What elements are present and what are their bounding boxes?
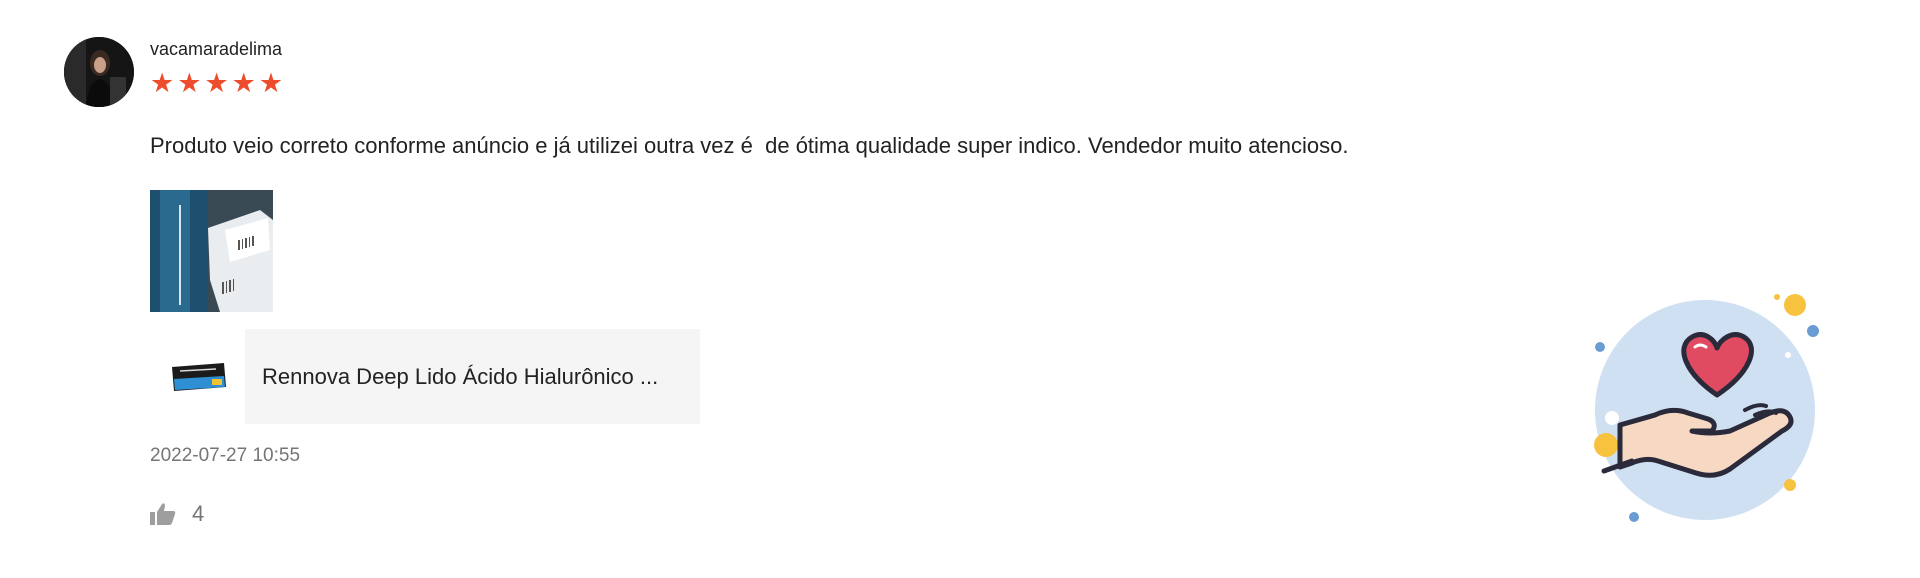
star-icon: ★ <box>204 68 229 99</box>
thumbs-up-icon[interactable] <box>150 502 176 526</box>
product-card[interactable]: Rennova Deep Lido Ácido Hialurônico ... <box>150 329 700 424</box>
review-item: vacamaradelima ★ ★ ★ ★ ★ Produto veio co… <box>0 0 1920 578</box>
reviewer-username[interactable]: vacamaradelima <box>150 39 282 60</box>
like-count: 4 <box>192 501 205 526</box>
like-row: 4 <box>150 501 204 527</box>
rating-stars: ★ ★ ★ ★ ★ <box>150 69 283 99</box>
product-info: Rennova Deep Lido Ácido Hialurônico ... <box>245 329 700 424</box>
star-icon: ★ <box>150 68 175 99</box>
product-thumbnail <box>150 329 245 424</box>
avatar[interactable] <box>64 37 134 107</box>
review-timestamp: 2022-07-27 10:55 <box>150 445 301 466</box>
star-icon: ★ <box>177 68 202 99</box>
heart-in-hand-icon <box>1594 294 1819 522</box>
star-icon: ★ <box>231 68 256 99</box>
review-text: Produto veio correto conforme anúncio e … <box>150 133 1349 158</box>
star-icon: ★ <box>258 68 284 99</box>
review-photo[interactable] <box>150 190 273 312</box>
product-name: Rennova Deep Lido Ácido Hialurônico ... <box>262 363 659 389</box>
